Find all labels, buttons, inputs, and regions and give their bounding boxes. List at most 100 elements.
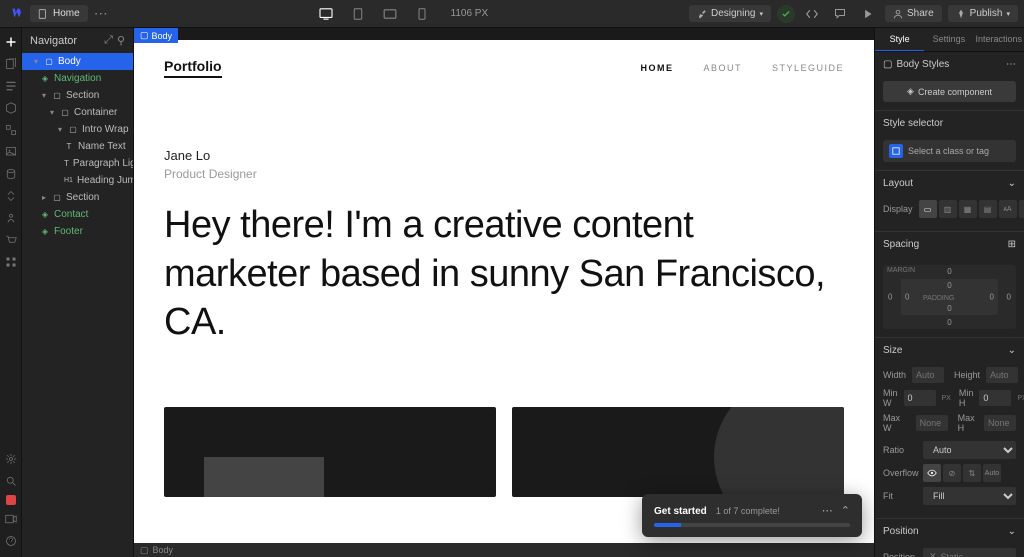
minh-input[interactable] xyxy=(979,390,1011,406)
get-started-popup: Get started 1 of 7 complete! ⋯ ⌃ xyxy=(642,494,862,537)
tree-navigation[interactable]: ◈Navigation xyxy=(22,70,133,87)
canvas[interactable]: ▢Body Portfolio HOME ABOUT STYLEGUIDE Ja… xyxy=(134,28,874,557)
display-none[interactable]: ⊘ xyxy=(1019,200,1024,218)
fit-select[interactable]: Fill xyxy=(923,487,1016,505)
help-tool[interactable] xyxy=(3,533,19,549)
site-brand[interactable]: Portfolio xyxy=(164,58,222,78)
card-2[interactable] xyxy=(512,407,844,497)
component-icon: ◈ xyxy=(907,86,914,97)
page-selector[interactable]: Home xyxy=(30,5,88,22)
chevron-down-icon[interactable]: ⌄ xyxy=(1008,178,1016,189)
maxw-input[interactable] xyxy=(916,415,948,431)
tree-section[interactable]: ▾▢Section xyxy=(22,87,133,104)
class-selector[interactable]: Select a class or tag xyxy=(883,140,1016,162)
preview-icon[interactable] xyxy=(857,3,879,25)
users-tool[interactable] xyxy=(3,188,19,204)
add-tool[interactable] xyxy=(3,34,19,50)
layout-label: Layout xyxy=(883,178,913,189)
ratio-select[interactable]: Auto xyxy=(923,441,1016,459)
designing-mode[interactable]: Designing ▾ xyxy=(689,5,771,22)
nav-tool[interactable] xyxy=(3,78,19,94)
create-component-button[interactable]: ◈Create component xyxy=(883,81,1016,102)
spacing-editor[interactable]: MARGIN 0 0 0 0 PADDING 0 0 0 0 xyxy=(883,265,1016,329)
device-mobile[interactable] xyxy=(411,3,433,25)
width-input[interactable] xyxy=(912,367,944,383)
tree-paragraph-light[interactable]: TParagraph Light xyxy=(22,155,133,172)
apps-tool[interactable] xyxy=(3,254,19,270)
cms-tool[interactable] xyxy=(3,166,19,182)
find-tool[interactable] xyxy=(3,473,19,489)
display-grid[interactable]: ▦ xyxy=(959,200,977,218)
display-inline-block[interactable]: ▤ xyxy=(979,200,997,218)
more-icon[interactable]: ⋯ xyxy=(1006,59,1016,70)
hero-section: Jane Lo Product Designer Hey there! I'm … xyxy=(134,88,874,347)
device-desktop[interactable] xyxy=(315,3,337,25)
collapse-icon[interactable]: ⤢ xyxy=(104,34,113,47)
components-tool[interactable] xyxy=(3,100,19,116)
overflow-visible[interactable] xyxy=(923,464,941,482)
height-input[interactable] xyxy=(986,367,1018,383)
pin-icon[interactable]: ⚲ xyxy=(117,34,125,47)
hero-role[interactable]: Product Designer xyxy=(164,167,844,181)
tree-footer[interactable]: ◈Footer xyxy=(22,223,133,240)
publish-button[interactable]: Publish ▾ xyxy=(948,5,1018,22)
ecommerce-tool[interactable] xyxy=(3,232,19,248)
device-landscape[interactable] xyxy=(379,3,401,25)
popup-title: Get started xyxy=(654,506,707,517)
canvas-width-label[interactable]: 1106 PX xyxy=(451,8,489,19)
webflow-logo[interactable] xyxy=(6,5,24,23)
settings-tool[interactable] xyxy=(3,451,19,467)
tree-name-text[interactable]: TName Text xyxy=(22,138,133,155)
popup-more[interactable]: ⋯ xyxy=(822,504,833,517)
minw-input[interactable] xyxy=(904,390,936,406)
share-button[interactable]: Share xyxy=(885,5,942,22)
more-menu[interactable]: ⋯ xyxy=(88,5,114,22)
device-tablet[interactable] xyxy=(347,3,369,25)
popup-subtitle: 1 of 7 complete! xyxy=(716,506,780,516)
nav-home[interactable]: HOME xyxy=(640,63,673,73)
chevron-down-icon[interactable]: ⌄ xyxy=(1008,526,1016,537)
tab-style[interactable]: Style xyxy=(875,28,924,51)
video-tool[interactable] xyxy=(3,511,19,527)
display-block[interactable]: ▭ xyxy=(919,200,937,218)
page-name: Home xyxy=(53,8,80,19)
person-tool[interactable] xyxy=(3,210,19,226)
spacing-settings-icon[interactable]: ⊞ xyxy=(1008,239,1016,250)
rocket-icon xyxy=(956,9,966,19)
hero-heading[interactable]: Hey there! I'm a creative content market… xyxy=(164,201,844,347)
tree-body[interactable]: ▾▢Body xyxy=(22,53,133,70)
card-1[interactable] xyxy=(164,407,496,497)
element-tag[interactable]: ▢Body xyxy=(134,28,178,43)
comment-icon[interactable] xyxy=(829,3,851,25)
code-icon[interactable] xyxy=(801,3,823,25)
overflow-hidden[interactable]: ⊘ xyxy=(943,464,961,482)
tree-heading-jumbo[interactable]: H1Heading Jumbo xyxy=(22,172,133,189)
overflow-auto[interactable]: Auto xyxy=(983,464,1001,482)
hero-name[interactable]: Jane Lo xyxy=(164,148,844,163)
chevron-down-icon[interactable]: ⌄ xyxy=(1008,345,1016,356)
assets-tool[interactable] xyxy=(3,144,19,160)
check-icon[interactable] xyxy=(777,5,795,23)
spacing-label: Spacing xyxy=(883,239,919,250)
maxh-input[interactable] xyxy=(984,415,1016,431)
popup-collapse[interactable]: ⌃ xyxy=(841,504,850,517)
brush-icon xyxy=(697,9,707,19)
tab-settings[interactable]: Settings xyxy=(924,28,973,51)
tree-section-2[interactable]: ▸▢Section xyxy=(22,189,133,206)
canvas-breadcrumb[interactable]: ▢Body xyxy=(134,543,874,557)
nav-styleguide[interactable]: STYLEGUIDE xyxy=(772,63,844,73)
overflow-scroll[interactable]: ⇅ xyxy=(963,464,981,482)
variables-tool[interactable] xyxy=(3,122,19,138)
nav-about[interactable]: ABOUT xyxy=(703,63,742,73)
tree-contact[interactable]: ◈Contact xyxy=(22,206,133,223)
position-label: Position xyxy=(883,526,919,537)
navigator-panel: Navigator ⤢ ⚲ ▾▢Body ◈Navigation ▾▢Secti… xyxy=(22,28,134,557)
display-inline[interactable]: ᴀA xyxy=(999,200,1017,218)
tree-container[interactable]: ▾▢Container xyxy=(22,104,133,121)
tab-interactions[interactable]: Interactions xyxy=(973,28,1024,51)
pages-tool[interactable] xyxy=(3,56,19,72)
tree-intro-wrap[interactable]: ▾▢Intro Wrap xyxy=(22,121,133,138)
position-select[interactable]: ✕Static xyxy=(923,548,1016,557)
audit-tool[interactable] xyxy=(6,495,16,505)
display-flex[interactable]: ▥ xyxy=(939,200,957,218)
